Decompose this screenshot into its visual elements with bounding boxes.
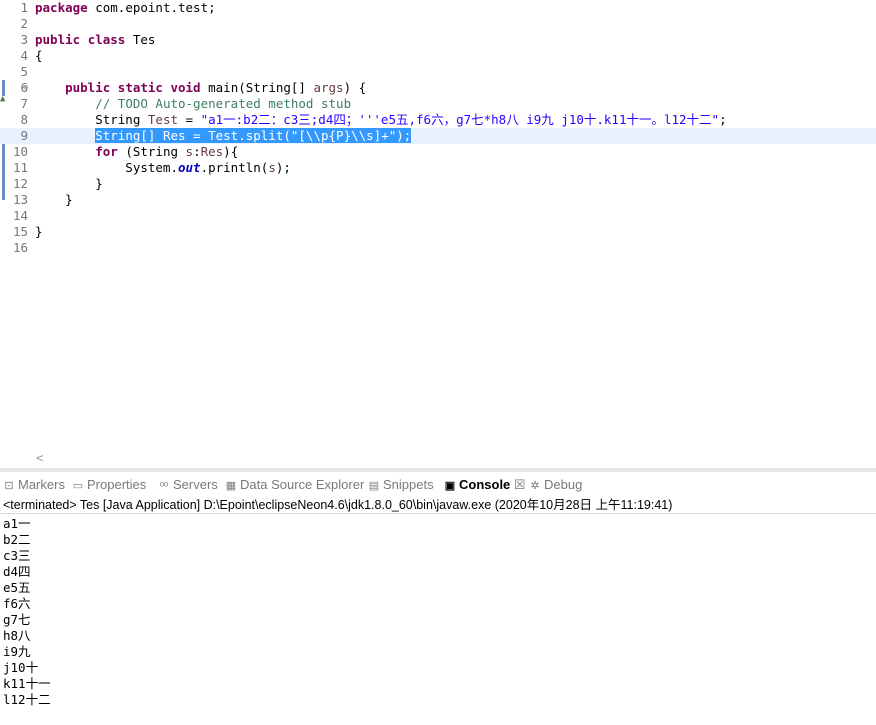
console-status: <terminated> Tes [Java Application] D:\E… bbox=[0, 496, 876, 514]
code-text: System.out.println(s); bbox=[35, 160, 291, 175]
close-tab-icon[interactable]: ☒ bbox=[510, 477, 526, 492]
line-number: 9 bbox=[20, 128, 28, 143]
console-output-line: d4四 bbox=[3, 564, 31, 579]
console-output-line: l12十二 bbox=[3, 692, 51, 707]
code-text: String[] Res = Test.split("[\\p{P}\\s]+"… bbox=[95, 128, 412, 143]
tab-servers[interactable]: ᵒᵒ Servers bbox=[158, 476, 218, 494]
code-text: package com.epoint.test; bbox=[35, 0, 216, 15]
data-source-explorer-icon: ▦ bbox=[225, 480, 237, 492]
view-tabs: ⊡ Markers ▭ Properties ᵒᵒ Servers ▦ Data Source… bbox=[0, 472, 876, 496]
code-text: String Test = "a1一:b2二：c3三;d4四；'''e5五,f6… bbox=[35, 112, 727, 127]
tab-label: Servers bbox=[173, 477, 218, 492]
code-line[interactable]: 4{ bbox=[0, 48, 876, 64]
code-text: for (String s:Res){ bbox=[95, 144, 239, 159]
properties-icon: ▭ bbox=[72, 480, 84, 492]
console-output-line: k11十一 bbox=[3, 676, 51, 691]
code-line[interactable]: 11 System.out.println(s); bbox=[0, 160, 876, 176]
code-line[interactable]: 8 String Test = "a1一:b2二：c3三;d4四；'''e5五,… bbox=[0, 112, 876, 128]
tab-label: Data Source Explorer bbox=[240, 477, 365, 492]
code-line[interactable]: 14 bbox=[0, 208, 876, 224]
tab-debug[interactable]: ✲ Debug bbox=[529, 476, 582, 494]
line-number: 12 bbox=[12, 176, 28, 191]
console-output-line: c3三 bbox=[3, 548, 31, 563]
console-output-line: g7七 bbox=[3, 612, 31, 627]
console-output-line: f6六 bbox=[3, 596, 31, 611]
code-line[interactable]: 13 } bbox=[0, 192, 876, 208]
code-line[interactable]: 15} bbox=[0, 224, 876, 240]
line-number: 10 bbox=[12, 144, 28, 159]
code-text: } bbox=[35, 176, 103, 191]
code-line[interactable]: 3 public class Tes bbox=[0, 32, 876, 48]
code-line[interactable]: 12 } bbox=[0, 176, 876, 192]
console-output-line: j10十 bbox=[3, 660, 39, 675]
tab-console[interactable]: ▣ Console ☒ bbox=[444, 476, 526, 494]
code-line[interactable]: 7 // TODO Auto-generated method stub bbox=[0, 96, 876, 112]
scroll-left-icon[interactable]: < bbox=[36, 451, 43, 465]
code-line[interactable]: 9 String[] Res = Test.split("[\\p{P}\\s]… bbox=[0, 128, 876, 144]
console-icon: ▣ bbox=[444, 480, 456, 492]
tab-snippets[interactable]: ▤ Snippets bbox=[368, 476, 434, 494]
line-number: 15 bbox=[12, 224, 28, 239]
code-text: } bbox=[35, 224, 43, 239]
tab-label: Debug bbox=[544, 477, 583, 492]
tab-label: Markers bbox=[18, 477, 65, 492]
code-line[interactable]: 1 package com.epoint.test; bbox=[0, 0, 876, 16]
line-number: 7 bbox=[20, 96, 28, 111]
console-output-line: h8八 bbox=[3, 628, 31, 643]
snippets-icon: ▤ bbox=[368, 480, 380, 492]
line-number: 14 bbox=[12, 208, 28, 223]
code-line[interactable]: 16 bbox=[0, 240, 876, 256]
code-line[interactable]: 10 for (String s:Res){ bbox=[0, 144, 876, 160]
code-editor[interactable]: ▲ 1 package com.epoint.test; 2 3 public clas… bbox=[0, 0, 876, 468]
line-number: 5 bbox=[20, 64, 28, 79]
line-number: 8 bbox=[20, 112, 28, 127]
code-line[interactable]: 2 bbox=[0, 16, 876, 32]
fold-toggle-icon[interactable]: ⊖ bbox=[23, 80, 28, 96]
tab-properties[interactable]: ▭ Properties bbox=[72, 476, 146, 494]
code-text: { bbox=[35, 48, 43, 63]
console-output-line: e5五 bbox=[3, 580, 31, 595]
line-number: 16 bbox=[12, 240, 28, 255]
console-output-line: b2二 bbox=[3, 532, 31, 547]
console-output-line: i9九 bbox=[3, 644, 31, 659]
markers-icon: ⊡ bbox=[4, 480, 14, 492]
tab-label: Properties bbox=[87, 477, 147, 492]
line-number: 13 bbox=[12, 192, 28, 207]
line-number: 1 bbox=[20, 0, 28, 15]
code-text: } bbox=[35, 192, 73, 207]
code-line[interactable]: 6 ⊖ public static void main(String[] args… bbox=[0, 80, 876, 96]
line-number: 3 bbox=[20, 32, 28, 47]
code-text: public class Tes bbox=[35, 32, 156, 47]
line-number: 2 bbox=[20, 16, 28, 31]
code-text: // TODO Auto-generated method stub bbox=[95, 96, 352, 111]
console-output-line: a1一 bbox=[3, 516, 31, 531]
tab-markers[interactable]: ⊡ Markers bbox=[3, 476, 65, 494]
servers-icon: ᵒᵒ bbox=[159, 480, 169, 492]
line-number: 11 bbox=[12, 160, 28, 175]
tab-label: Console bbox=[459, 477, 511, 492]
debug-icon: ✲ bbox=[530, 480, 540, 492]
tab-data-source-explorer[interactable]: ▦ Data Source Explorer bbox=[225, 476, 364, 494]
code-line[interactable]: 5 bbox=[0, 64, 876, 80]
horizontal-scrollbar[interactable]: < bbox=[30, 450, 876, 466]
line-number: 4 bbox=[20, 48, 28, 63]
code-text: public static void main(String[] args) { bbox=[65, 80, 367, 95]
tab-label: Snippets bbox=[383, 477, 434, 492]
